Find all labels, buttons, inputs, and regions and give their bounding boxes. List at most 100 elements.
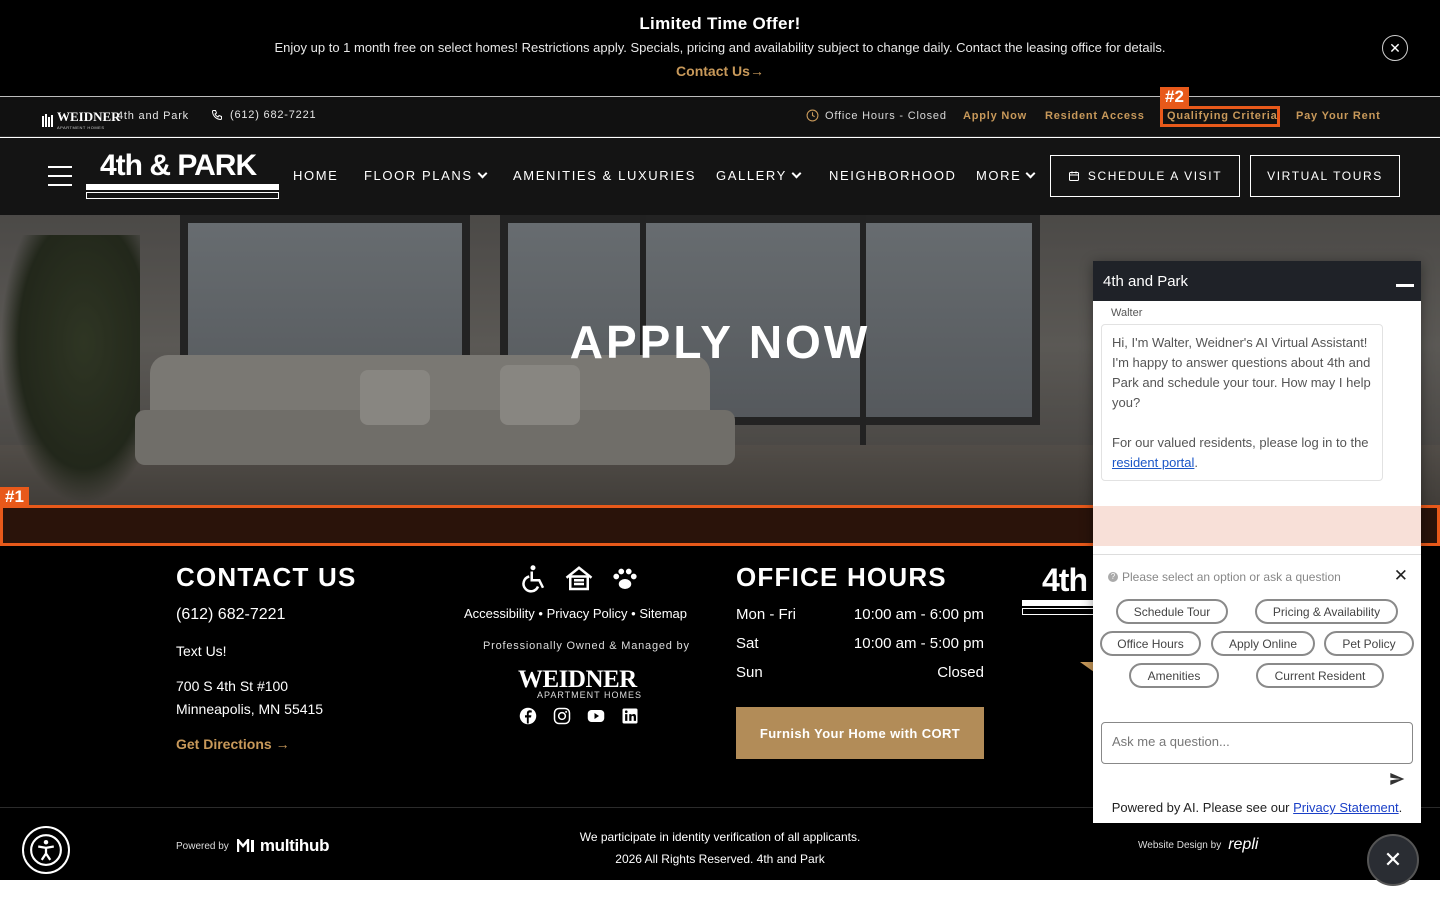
chip-pet-policy[interactable]: Pet Policy [1324,631,1414,656]
chip-pricing[interactable]: Pricing & Availability [1255,599,1398,624]
pay-your-rent-link[interactable]: Pay Your Rent [1296,110,1381,122]
close-icon: ✕ [1383,847,1403,872]
nav-more[interactable]: MORE [976,168,1036,183]
arrow-right-icon: → [749,63,764,79]
chevron-down-icon [1025,168,1036,179]
chevron-down-icon [791,168,802,179]
brand-logo[interactable]: 4th & PARK [86,149,279,199]
footer-brand-logo[interactable]: 4th [1022,562,1102,622]
nav-gallery[interactable]: GALLERY [716,168,802,183]
weidner-logo[interactable]: WEIDNER APARTMENT HOMES [518,666,642,700]
hours-row: Sun Closed [736,664,984,681]
main-nav: 4th & PARK HOME FLOOR PLANS AMENITIES & … [0,138,1440,215]
promo-contact-label[interactable]: Contact Us [676,63,750,79]
promo-banner: Limited Time Offer! Enjoy up to 1 month … [0,0,1440,96]
weidner-logo-small[interactable]: WEIDNER APARTMENT HOMES [42,109,121,130]
brand-bar [86,184,279,190]
chevron-down-icon [477,168,488,179]
privacy-policy-link[interactable]: Privacy Policy [547,606,628,621]
compliance-icons [518,564,640,594]
chip-amenities[interactable]: Amenities [1129,663,1219,688]
nav-amenities-label[interactable]: AMENITIES & LUXURIES [513,168,696,183]
calendar-icon [1068,171,1079,181]
privacy-statement-link[interactable]: Privacy Statement [1293,800,1399,815]
virtual-tours-label[interactable]: VIRTUAL TOURS [1267,169,1383,183]
resident-access-link[interactable]: Resident Access [1045,110,1145,122]
instagram-icon[interactable] [553,707,571,725]
website-design-credit[interactable]: Website Design by repli [1138,836,1258,854]
menu-icon[interactable] [48,166,72,186]
chip-schedule-tour[interactable]: Schedule Tour [1116,599,1228,624]
chat-divider [1093,554,1421,555]
close-options-icon[interactable]: ✕ [1394,566,1408,586]
close-promo-button[interactable]: ✕ [1382,35,1408,61]
cort-button[interactable]: Furnish Your Home with CORT [736,707,984,759]
nav-more-label[interactable]: MORE [976,168,1021,183]
utility-phone-label[interactable]: (612) 682-7221 [230,109,316,121]
footer-brand-wordmark: 4th [1042,562,1088,598]
footer-brand-bar [1022,600,1102,606]
nav-home-label[interactable]: HOME [293,168,338,183]
nav-home[interactable]: HOME [293,168,338,183]
address-line-1: 700 S 4th St #100 [176,678,289,694]
nav-neighborhood-label[interactable]: NEIGHBORHOOD [829,168,957,183]
facebook-icon[interactable] [519,707,537,725]
managed-by-text: Professionally Owned & Managed by [483,640,690,652]
property-name: 4th and Park [117,110,189,122]
highlight-box-qualifying-criteria [1160,106,1280,127]
chip-apply-online[interactable]: Apply Online [1211,631,1315,656]
brand-bar-outline [86,192,279,199]
chat-close-button[interactable]: ✕ [1367,834,1419,886]
virtual-tours-button[interactable]: VIRTUAL TOURS [1250,155,1400,197]
get-directions-link[interactable]: Get Directions → [176,736,290,752]
chip-current-resident[interactable]: Current Resident [1256,663,1384,688]
arrow-right-icon: → [275,736,290,752]
resident-portal-link[interactable]: resident portal [1112,455,1194,470]
nav-floor-plans-label[interactable]: FLOOR PLANS [364,168,473,183]
address-line-2: Minneapolis, MN 55415 [176,701,324,717]
hours-day: Mon - Fri [736,606,796,623]
linkedin-icon[interactable] [621,707,639,725]
marker-2: #2 [1160,87,1189,107]
chat-footer: Powered by AI. Please see our Privacy St… [1111,800,1403,815]
chat-prompt: ? Please select an option or ask a quest… [1108,570,1341,584]
wheelchair-icon [522,565,545,593]
chip-office-hours[interactable]: Office Hours [1100,631,1201,656]
send-icon[interactable] [1389,771,1405,787]
nav-gallery-label[interactable]: GALLERY [716,168,787,183]
chat-prompt-text: Please select an option or ask a questio… [1122,570,1341,584]
marker-1: #1 [0,487,29,507]
chat-footer-text: Powered by AI. Please see our [1111,800,1290,815]
utility-phone-link[interactable]: (612) 682-7221 [211,109,316,121]
hours-row: Sat 10:00 am - 5:00 pm [736,635,984,652]
office-hours-status[interactable]: Office Hours - Closed [806,109,947,122]
accessibility-widget-button[interactable] [22,826,70,874]
hours-day: Sat [736,635,759,652]
accessibility-icon [30,834,62,866]
text-us-link[interactable]: Text Us! [176,643,227,659]
nav-floor-plans[interactable]: FLOOR PLANS [364,168,488,183]
promo-contact-link[interactable]: Contact Us→ [0,63,1440,79]
highlight-strip-overlay [1093,506,1421,546]
footer-phone-link[interactable]: (612) 682-7221 [176,606,285,624]
youtube-icon[interactable] [587,707,605,725]
chat-header: 4th and Park [1093,261,1421,301]
dot-separator: • [538,606,547,621]
minimize-icon[interactable] [1396,284,1414,287]
chat-message: Hi, I'm Walter, Weidner's AI Virtual Ass… [1101,324,1383,481]
get-directions-label[interactable]: Get Directions [176,736,272,752]
schedule-visit-button[interactable]: SCHEDULE A VISIT [1050,155,1240,197]
schedule-visit-label[interactable]: SCHEDULE A VISIT [1088,169,1222,183]
hours-day: Sun [736,664,763,681]
nav-neighborhood[interactable]: NEIGHBORHOOD [829,168,957,183]
decorative-triangle [1080,662,1094,672]
chat-input[interactable]: Ask me a question... [1101,722,1413,764]
apply-now-link[interactable]: Apply Now [963,110,1027,122]
brand-wordmark: 4th & PARK [100,149,257,182]
chat-residents-text: For our valued residents, please log in … [1112,435,1369,450]
accessibility-link[interactable]: Accessibility [464,606,535,621]
footer-brand-bar-outline [1022,608,1102,615]
hours-row: Mon - Fri 10:00 am - 6:00 pm [736,606,984,623]
nav-amenities[interactable]: AMENITIES & LUXURIES [513,168,696,183]
sitemap-link[interactable]: Sitemap [639,606,687,621]
